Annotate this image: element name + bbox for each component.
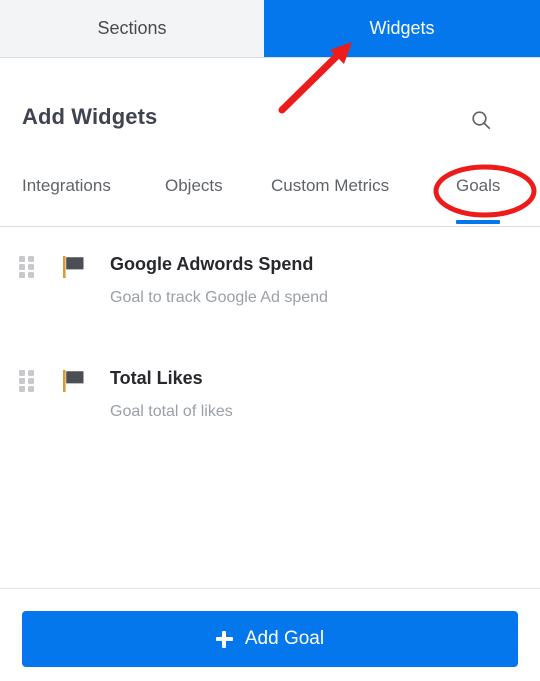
panel-header: Add Widgets xyxy=(0,58,540,168)
list-item-description: Goal to track Google Ad spend xyxy=(110,289,328,306)
subtab-custom-metrics-label: Custom Metrics xyxy=(271,176,390,195)
search-icon xyxy=(469,108,493,135)
tab-sections[interactable]: Sections xyxy=(0,0,264,57)
tab-widgets[interactable]: Widgets xyxy=(264,0,540,57)
subtab-custom-metrics[interactable]: Custom Metrics xyxy=(271,170,389,226)
drag-handle-icon[interactable] xyxy=(19,370,35,392)
subtab-goals[interactable]: Goals xyxy=(456,170,501,226)
tab-widgets-label: Widgets xyxy=(369,18,435,38)
plus-icon xyxy=(215,630,233,648)
goal-widget-list: Google Adwords Spend Goal to track Googl… xyxy=(0,227,540,588)
subtab-objects-label: Objects xyxy=(165,176,223,195)
list-item-description: Goal total of likes xyxy=(110,403,233,420)
subtab-integrations[interactable]: Integrations xyxy=(22,170,111,226)
subtab-goals-label: Goals xyxy=(456,176,501,195)
add-widgets-panel: Sections Widgets Add Widgets Integration… xyxy=(0,0,540,681)
drag-handle-icon[interactable] xyxy=(19,256,35,278)
flag-icon xyxy=(61,255,87,279)
flag-icon xyxy=(61,369,87,393)
top-tab-bar: Sections Widgets xyxy=(0,0,540,58)
search-button[interactable] xyxy=(462,104,500,138)
add-goal-label: Add Goal xyxy=(244,628,325,649)
subtab-objects[interactable]: Objects xyxy=(165,170,223,226)
active-tab-indicator xyxy=(456,220,501,224)
widget-category-tabs: Integrations Objects Custom Metrics Goal… xyxy=(0,168,540,227)
tab-sections-label: Sections xyxy=(97,18,167,38)
list-item[interactable]: Total Likes Goal total of likes xyxy=(0,341,540,455)
list-item-title: Total Likes xyxy=(110,368,203,388)
list-item[interactable]: Google Adwords Spend Goal to track Googl… xyxy=(0,227,540,341)
subtab-integrations-label: Integrations xyxy=(22,176,111,195)
panel-footer: Add Goal xyxy=(0,588,540,681)
page-title: Add Widgets xyxy=(22,104,158,129)
add-goal-button[interactable]: Add Goal xyxy=(22,611,518,667)
list-item-title: Google Adwords Spend xyxy=(110,254,314,274)
